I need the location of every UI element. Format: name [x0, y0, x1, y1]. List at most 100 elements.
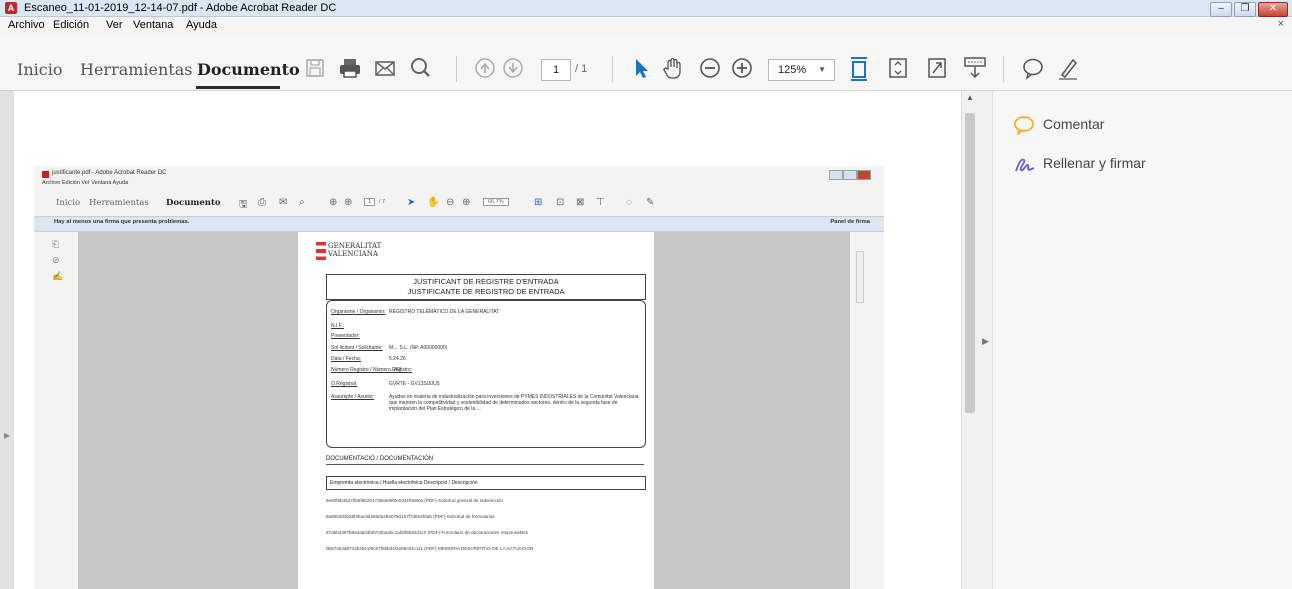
search-icon[interactable] — [407, 54, 433, 82]
scan-read-icon: ⊤ — [596, 197, 605, 208]
email-icon[interactable] — [372, 54, 398, 82]
page-number-input[interactable]: 1 — [541, 59, 571, 81]
scan-previous-icon: ⊕ — [329, 197, 338, 208]
tab-inicio[interactable]: Inicio — [17, 60, 62, 80]
zoom-select[interactable]: 125% ▼ — [768, 59, 835, 81]
logo-line-2: VALENCIANA — [328, 250, 378, 258]
field-value: Ayudas en materia de industrialización p… — [389, 394, 639, 412]
scan-hand-icon: ✋ — [427, 197, 440, 208]
tab-herramientas[interactable]: Herramientas — [80, 60, 193, 80]
scan-cursor-icon: ➤ — [407, 197, 416, 208]
scan-zoom-in-icon: ⊕ — [462, 197, 471, 208]
read-mode-icon[interactable] — [962, 54, 988, 82]
field-value: 5.24.26 — [389, 356, 406, 362]
menu-ver[interactable]: Ver — [106, 18, 123, 32]
restore-button[interactable]: ❐ — [1234, 2, 1256, 17]
scan-rotate-icon: ⊡ — [556, 197, 565, 208]
close-document-icon[interactable]: × — [1278, 18, 1284, 30]
window-title: Escaneo_11-01-2019_12-14-07.pdf - Adobe … — [24, 2, 337, 14]
toolbar-separator — [456, 56, 457, 82]
scan-gray-margin-right — [654, 232, 850, 589]
close-button[interactable]: ✕ — [1258, 2, 1288, 17]
justificante-heading: JUSTIFICANT DE REGISTRE D'ENTRADA JUSTIF… — [326, 274, 646, 300]
scan-side-icons: ⎗ ⊘ ✍ — [52, 239, 64, 281]
document-row: 87a5b3497b9a4a5d3b8702ba2bc1ab0f5b82d1c0… — [326, 530, 529, 535]
comment-icon — [1013, 115, 1035, 136]
toolbar-separator — [612, 56, 613, 82]
toolbar: Inicio Herramientas Documento 1 / 1 125%… — [0, 34, 1292, 91]
document-view[interactable]: justificante.pdf - Adobe Acrobat Reader … — [14, 91, 961, 589]
scan-email-icon: ✉ — [279, 197, 288, 208]
rotate-view-icon[interactable] — [885, 54, 911, 82]
logo-line-1: GENERALITAT — [328, 242, 382, 250]
scan-print-icon: ⎙ — [258, 197, 266, 208]
comment-icon[interactable] — [1020, 54, 1046, 82]
menu-ventana[interactable]: Ventana — [133, 18, 173, 32]
document-row: 5a8053d4b28f4bac9d2650a25a079d1b7f7d6e5f… — [326, 514, 495, 519]
document-row: 9e50f5b3527bb9f6b2017d59a09f0e0d31f8e80a… — [326, 498, 503, 503]
title-bar: A Escaneo_11-01-2019_12-14-07.pdf - Adob… — [0, 0, 1292, 17]
scan-next-icon: ⊕ — [344, 197, 353, 208]
documentation-title: DOCUMENTACIÓ / DOCUMENTACIÓN — [326, 456, 434, 462]
zoom-value: 125% — [778, 64, 807, 76]
collapse-right-panel-icon[interactable]: ▶ — [982, 336, 989, 347]
sign-pen-icon[interactable] — [1055, 54, 1081, 82]
scan-fit-icon: ⊞ — [534, 197, 543, 208]
scan-document-page: GENERALITAT VALENCIANA JUSTIFICANT DE RE… — [298, 232, 654, 589]
vertical-scrollbar[interactable]: ▲ — [961, 91, 979, 589]
menu-ayuda[interactable]: Ayuda — [186, 18, 217, 32]
field-key: N.I.F.: — [331, 323, 345, 329]
scan-zoom-out-icon: ⊖ — [446, 197, 455, 208]
hand-tool-icon[interactable] — [660, 54, 686, 82]
scan-pen-icon: ✎ — [646, 197, 655, 208]
generalitat-logo-text: GENERALITAT VALENCIANA — [328, 242, 381, 258]
right-tools-panel: Comentar Rellenar y firmar — [992, 91, 1292, 589]
scanned-page-image: justificante.pdf - Adobe Acrobat Reader … — [34, 166, 884, 589]
select-cursor-icon[interactable] — [628, 54, 654, 82]
scan-toolbar: Inicio Herramientas Documento 🖫 ⎙ ✉ ⌕ ⊕ … — [34, 192, 884, 214]
heading-line-1: JUSTIFICANT DE REGISTRE D'ENTRADA — [413, 277, 559, 286]
scan-warning-text: Hay al menos una firma que presenta prob… — [54, 219, 190, 225]
tool-rellenar-firmar-label: Rellenar y firmar — [1043, 155, 1146, 171]
scan-page-input: 1 — [364, 198, 376, 206]
menu-edicion[interactable]: Edición — [53, 18, 89, 32]
full-screen-icon[interactable] — [924, 54, 950, 82]
fill-sign-icon — [1013, 154, 1035, 174]
toolbar-separator — [1003, 56, 1004, 82]
minimize-button[interactable]: – — [1210, 2, 1232, 17]
expand-left-arrow-icon[interactable]: ▶ — [4, 431, 10, 440]
tool-comentar-label: Comentar — [1043, 116, 1105, 132]
scan-signature-panel: Panel de firma — [830, 219, 870, 225]
field-key: O.Registral: — [331, 381, 358, 387]
next-page-icon[interactable] — [500, 54, 526, 82]
page-total: / 1 — [575, 63, 588, 75]
menu-archivo[interactable]: Archivo — [8, 18, 45, 32]
scroll-up-icon[interactable]: ▲ — [966, 93, 974, 102]
field-key: Data / Fecha: — [331, 356, 362, 362]
zoom-in-icon[interactable] — [729, 54, 755, 82]
active-tab-indicator — [196, 86, 280, 89]
generalitat-logo — [316, 242, 326, 260]
previous-page-icon[interactable] — [472, 54, 498, 82]
scan-tab-herramientas: Herramientas — [89, 198, 149, 208]
scan-page-total: / 7 — [379, 199, 386, 205]
scan-signature-warning: Hay al menos una firma que presenta prob… — [34, 216, 884, 232]
field-value: M… S.L. (Nif: A00000000) — [389, 345, 448, 351]
fit-page-icon[interactable] — [846, 54, 872, 82]
heading-line-2: JUSTIFICANTE DE REGISTRO DE ENTRADA — [407, 287, 565, 296]
save-icon[interactable] — [302, 54, 328, 82]
tab-documento[interactable]: Documento — [197, 60, 300, 80]
chevron-down-icon: ▼ — [818, 65, 826, 74]
scan-scrollbar — [856, 251, 864, 303]
left-panel-toggle[interactable]: ▶ — [0, 91, 15, 589]
scan-minimize-icon — [829, 170, 843, 180]
zoom-out-icon[interactable] — [697, 54, 723, 82]
scan-acrobat-icon — [42, 171, 49, 178]
scan-title-bar: justificante.pdf - Adobe Acrobat Reader … — [34, 170, 884, 181]
scan-fullscreen-icon: ⊠ — [576, 197, 585, 208]
print-icon[interactable] — [337, 54, 363, 82]
documentation-header: Empremta electrònica / Huella electrónic… — [326, 476, 646, 490]
acrobat-app-icon: A — [5, 2, 17, 14]
scrollbar-thumb[interactable] — [965, 113, 975, 413]
scan-tab-inicio: Inicio — [56, 198, 81, 208]
